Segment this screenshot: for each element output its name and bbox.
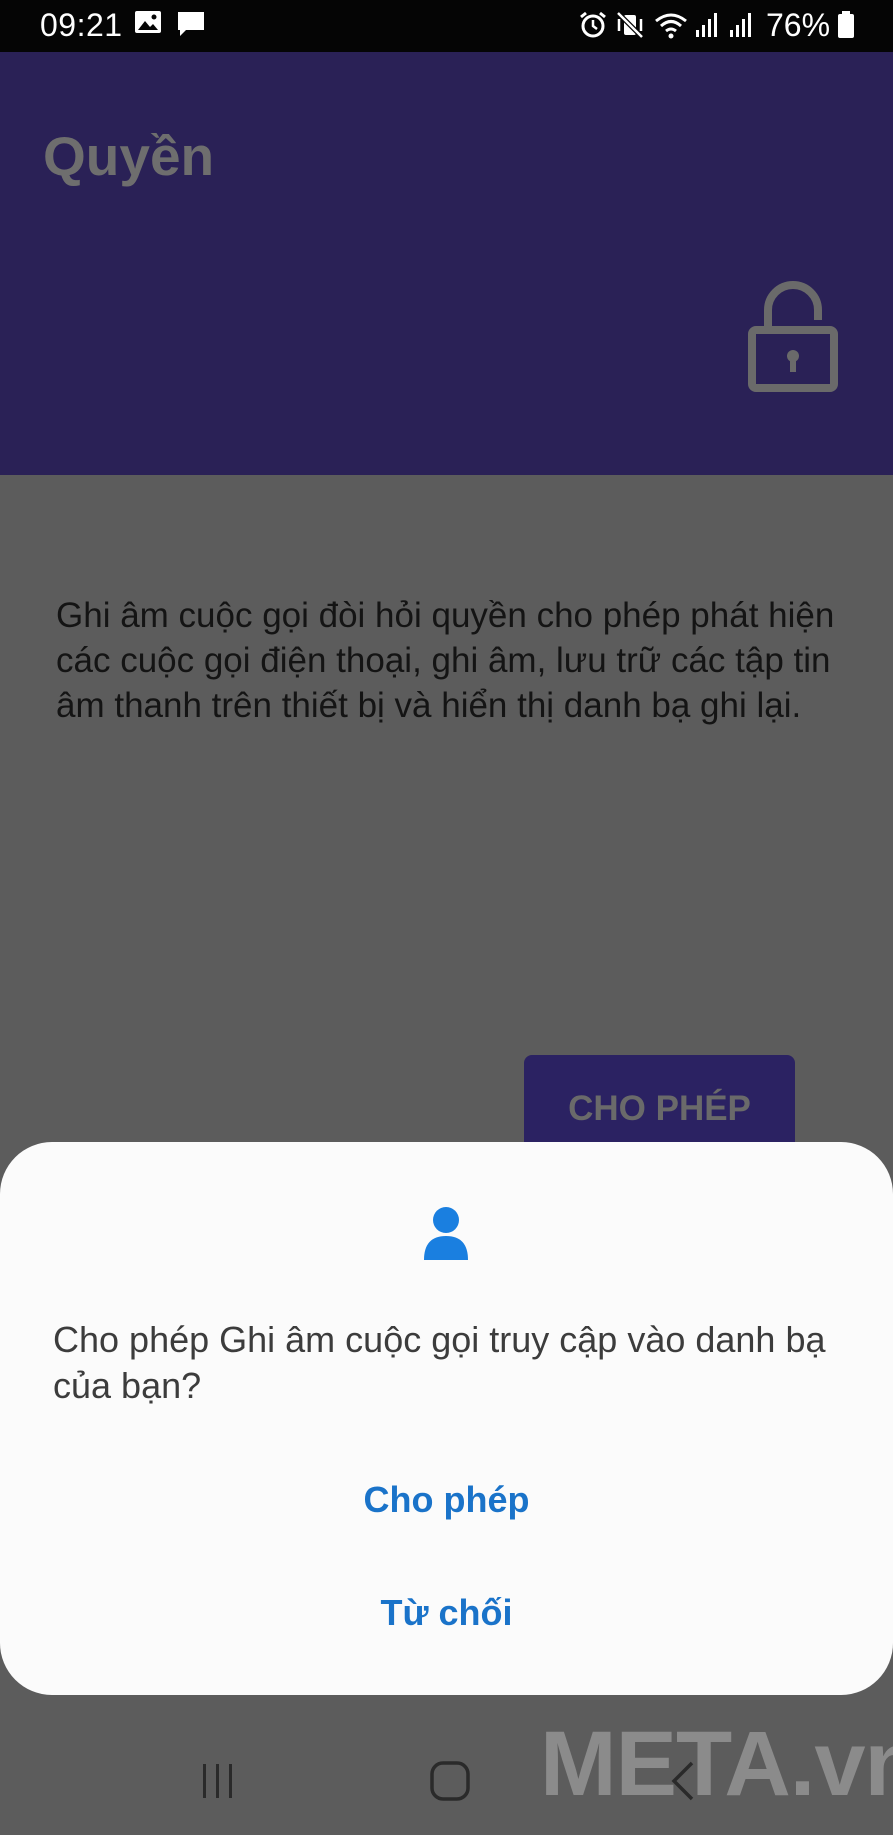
- alarm-icon: [580, 11, 606, 38]
- lock-icon: [748, 281, 838, 392]
- status-time: 09:21: [40, 7, 123, 43]
- deny-button[interactable]: Từ chối: [0, 1573, 893, 1653]
- recent-apps-icon: [203, 1764, 232, 1798]
- wifi-icon: [655, 13, 687, 39]
- grant-permission-label: CHO PHÉP: [568, 1089, 751, 1128]
- battery-icon: [838, 11, 854, 38]
- home-button[interactable]: [390, 1730, 510, 1835]
- watermark-logo: META.vn: [540, 1713, 893, 1815]
- message-icon: [178, 12, 204, 36]
- app-header: Quyền: [0, 52, 893, 475]
- allow-button[interactable]: Cho phép: [0, 1460, 893, 1540]
- signal-icon: [696, 13, 717, 37]
- battery-percentage: 76%: [766, 7, 831, 43]
- page-title: Quyền: [43, 125, 215, 187]
- person-icon: [424, 1207, 468, 1260]
- recent-apps-button[interactable]: [158, 1730, 278, 1835]
- permission-description: Ghi âm cuộc gọi đòi hỏi quyền cho phép p…: [56, 596, 835, 725]
- image-icon: [135, 11, 161, 33]
- signal-icon: [730, 13, 751, 37]
- dialog-message: Cho phép Ghi âm cuộc gọi truy cập vào da…: [53, 1319, 826, 1406]
- permission-dialog: Cho phép Ghi âm cuộc gọi truy cập vào da…: [0, 1142, 893, 1695]
- status-bar: 09:21 76%: [0, 0, 893, 52]
- vibrate-mute-icon: [616, 11, 644, 39]
- home-icon: [430, 1761, 470, 1801]
